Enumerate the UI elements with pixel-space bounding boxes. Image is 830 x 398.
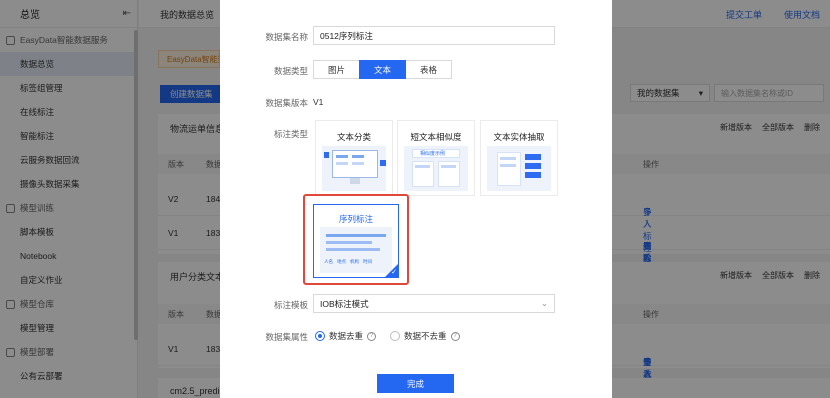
- name-label: 数据集名称: [265, 32, 308, 42]
- no-dedupe-option-label[interactable]: 数据不去重: [404, 330, 447, 342]
- dedupe-radio[interactable]: [315, 331, 325, 341]
- no-dedupe-radio[interactable]: [390, 331, 401, 341]
- template-select[interactable]: IOB标注模式 ⌄: [313, 294, 555, 313]
- version-value: V1: [313, 97, 324, 107]
- annotation-type-sequence-labeling[interactable]: 序列标注 人名 地点 机构 时间 ✓: [313, 204, 399, 278]
- type-option-table[interactable]: 表格: [405, 60, 452, 79]
- help-icon[interactable]: ?: [367, 331, 377, 341]
- sequence-labeling-preview: 人名 地点 机构 时间: [320, 227, 392, 273]
- dataset-name-input[interactable]: 0512序列标注: [313, 26, 555, 45]
- dedupe-radio-group: 数据去重 ? 数据不去重 ?: [315, 330, 460, 342]
- chevron-down-icon: ⌄: [540, 298, 548, 308]
- type-option-image[interactable]: 图片: [313, 60, 360, 79]
- data-type-selector: 图片 文本 表格: [313, 60, 452, 79]
- finish-button[interactable]: 完成: [377, 374, 454, 393]
- annotation-type-entity-extraction[interactable]: 文本实体抽取: [480, 120, 558, 196]
- dedupe-option-label[interactable]: 数据去重: [329, 330, 363, 342]
- attribute-label: 数据集属性: [265, 332, 308, 342]
- annotation-type-text-similarity[interactable]: 短文本相似度 相似度示例: [397, 120, 475, 196]
- text-similarity-preview: 相似度示例: [404, 146, 468, 191]
- create-dataset-dialog: 数据集名称 0512序列标注 数据类型 图片 文本 表格 数据集版本 V1 标注…: [220, 0, 612, 398]
- annotation-type-text-classification[interactable]: 文本分类: [315, 120, 393, 196]
- check-icon: ✓: [391, 269, 397, 276]
- help-icon[interactable]: ?: [450, 331, 460, 341]
- version-label: 数据集版本: [265, 98, 308, 108]
- entity-extraction-preview: [487, 146, 551, 191]
- template-label: 标注模板: [273, 300, 308, 310]
- text-classification-preview: [322, 146, 386, 191]
- annotation-type-label: 标注类型: [273, 129, 308, 139]
- type-label: 数据类型: [273, 66, 308, 76]
- type-option-text[interactable]: 文本: [359, 60, 406, 79]
